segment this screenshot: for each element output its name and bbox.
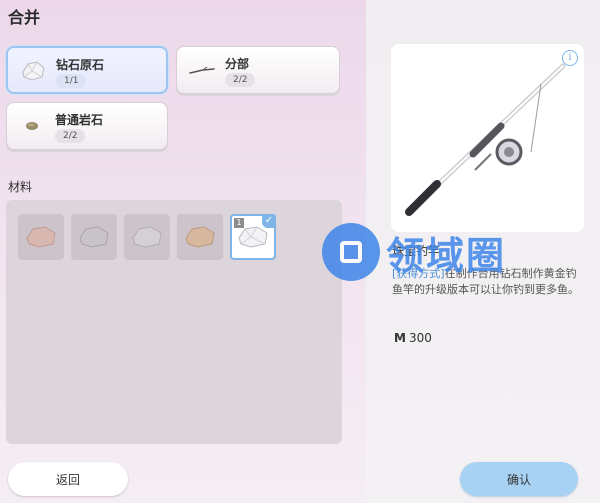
material-slot[interactable]	[124, 214, 170, 260]
check-icon: ✓	[262, 214, 276, 228]
materials-label: 材料	[8, 180, 33, 194]
recipe-count: 1/1	[56, 74, 87, 88]
acquire-method-tag: [获得方式]	[392, 267, 445, 280]
diamond-ore-icon	[20, 58, 46, 84]
currency-icon: M	[394, 331, 406, 345]
recipe-count: 2/2	[225, 73, 256, 87]
recipe-name: 分部	[225, 57, 250, 71]
recipe-name: 钻石原石	[56, 58, 105, 72]
info-icon[interactable]: i	[562, 50, 578, 66]
ore-icon	[132, 226, 162, 248]
item-image: i	[391, 44, 584, 232]
recipe-name: 普通岩石	[55, 113, 104, 127]
materials-panel: 1 ✓	[6, 200, 342, 444]
material-slot[interactable]	[71, 214, 117, 260]
ore-icon	[79, 226, 109, 248]
item-price: M 300	[394, 331, 432, 345]
fishing-rod-icon	[405, 63, 566, 216]
material-slot[interactable]	[177, 214, 223, 260]
recipe-card-diamond-ore[interactable]: 钻石原石 1/1	[6, 46, 168, 94]
material-slot[interactable]	[18, 214, 64, 260]
recipe-card-branch[interactable]: 分部 2/2	[176, 46, 340, 94]
rock-icon	[19, 113, 45, 139]
item-description: [获得方式]在制作台用钻石制作黄金钓鱼竿的升级版本可以让你钓到更多鱼。	[392, 266, 582, 298]
page-title: 合并	[8, 8, 41, 27]
branch-icon	[189, 57, 215, 83]
ore-icon	[26, 226, 56, 248]
price-value: 300	[408, 331, 432, 345]
item-name: 珠宝钓竿	[392, 244, 441, 258]
confirm-button[interactable]: 确认	[460, 462, 578, 496]
back-button[interactable]: 返回	[8, 462, 128, 496]
recipe-card-common-rock[interactable]: 普通岩石 2/2	[6, 102, 168, 150]
material-slot-selected[interactable]: 1 ✓	[230, 214, 276, 260]
slot-quantity: 1	[234, 218, 244, 228]
ore-icon	[185, 226, 215, 248]
recipe-count: 2/2	[55, 129, 86, 143]
